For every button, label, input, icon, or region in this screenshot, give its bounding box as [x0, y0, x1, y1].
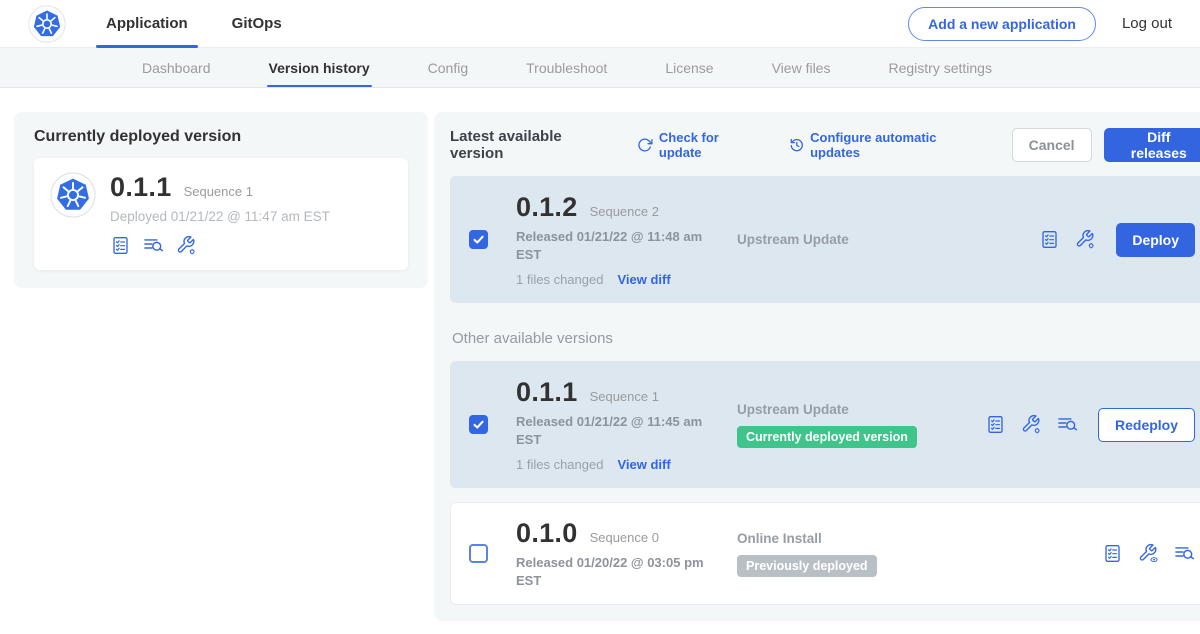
kubernetes-logo-icon — [28, 5, 66, 43]
logout-link[interactable]: Log out — [1122, 15, 1172, 32]
sub-nav: Dashboard Version history Config Trouble… — [0, 48, 1200, 88]
deploy-button[interactable]: Deploy — [1116, 223, 1195, 257]
preflight-checks-icon[interactable] — [985, 414, 1006, 435]
configure-automatic-updates-link[interactable]: Configure automatic updates — [789, 130, 986, 160]
add-application-button[interactable]: Add a new application — [908, 7, 1096, 41]
deployed-version-body: 0.1.1 Sequence 1 Deployed 01/21/22 @ 11:… — [110, 172, 330, 256]
source-label: Upstream Update — [737, 232, 985, 247]
version-sequence: Sequence 2 — [590, 204, 659, 219]
tab-gitops-label: GitOps — [232, 15, 282, 32]
checkmark-icon — [471, 417, 486, 432]
version-row-0-1-2: 0.1.2 Sequence 2 Released 01/21/22 @ 11:… — [450, 176, 1200, 303]
version-number: 0.1.0 — [516, 518, 578, 549]
top-nav: Application GitOps Add a new application… — [0, 0, 1200, 48]
check-for-update-label: Check for update — [659, 130, 763, 160]
checkmark-icon — [471, 232, 486, 247]
currently-deployed-panel: Currently deployed version 0.1.1 Sequenc… — [14, 112, 428, 288]
deployed-version-number: 0.1.1 — [110, 172, 172, 203]
edit-config-icon[interactable] — [1021, 414, 1042, 435]
deployed-version-card: 0.1.1 Sequence 1 Deployed 01/21/22 @ 11:… — [34, 158, 408, 270]
version-source: Online Install Previously deployed — [737, 531, 985, 577]
tab-application[interactable]: Application — [84, 0, 210, 48]
currently-deployed-title: Currently deployed version — [34, 128, 408, 146]
refresh-icon — [637, 137, 653, 153]
released-timestamp: Released 01/21/22 @ 11:45 am EST — [516, 413, 721, 448]
view-diff-link[interactable]: View diff — [617, 272, 670, 287]
currently-deployed-badge: Currently deployed version — [737, 426, 917, 448]
version-number: 0.1.1 — [516, 377, 578, 408]
deployed-version-actions — [110, 235, 330, 256]
subtab-view-files[interactable]: View files — [772, 48, 831, 87]
configure-automatic-updates-label: Configure automatic updates — [810, 130, 986, 160]
preflight-checks-icon[interactable] — [110, 235, 131, 256]
tab-gitops[interactable]: GitOps — [210, 0, 304, 48]
subtab-troubleshoot[interactable]: Troubleshoot — [526, 48, 607, 87]
version-sequence: Sequence 0 — [590, 530, 659, 545]
version-checkbox-0-1-0[interactable] — [469, 544, 488, 563]
release-notes-icon[interactable] — [143, 235, 164, 256]
subtab-version-history[interactable]: Version history — [269, 48, 370, 87]
view-diff-link[interactable]: View diff — [617, 457, 670, 472]
deployed-sequence: Sequence 1 — [184, 184, 253, 199]
release-notes-icon[interactable] — [1174, 543, 1195, 564]
released-timestamp: Released 01/20/22 @ 03:05 pm EST — [516, 554, 721, 589]
files-changed-label: 1 files changed — [516, 457, 603, 472]
version-actions: Deploy — [1039, 223, 1195, 257]
tab-application-label: Application — [106, 15, 188, 32]
previously-deployed-badge: Previously deployed — [737, 555, 877, 577]
top-nav-right: Add a new application Log out — [908, 7, 1172, 41]
version-checkbox-0-1-2[interactable] — [469, 230, 488, 249]
preflight-checks-icon[interactable] — [1102, 543, 1123, 564]
main-content: Currently deployed version 0.1.1 Sequenc… — [0, 88, 1200, 621]
released-timestamp: Released 01/21/22 @ 11:48 am EST — [516, 228, 721, 263]
source-label: Online Install — [737, 531, 985, 546]
version-row-0-1-0: 0.1.0 Sequence 0 Released 01/20/22 @ 03:… — [450, 502, 1200, 605]
version-info: 0.1.2 Sequence 2 Released 01/21/22 @ 11:… — [516, 192, 721, 287]
version-sequence: Sequence 1 — [590, 389, 659, 404]
version-info: 0.1.0 Sequence 0 Released 01/20/22 @ 03:… — [516, 518, 721, 589]
clock-update-icon — [789, 137, 805, 153]
version-source: Upstream Update — [737, 232, 985, 247]
deployed-timestamp: Deployed 01/21/22 @ 11:47 am EST — [110, 209, 330, 224]
subtab-config[interactable]: Config — [428, 48, 468, 87]
check-for-update-link[interactable]: Check for update — [637, 130, 762, 160]
other-versions-label: Other available versions — [452, 330, 1200, 347]
latest-version-title: Latest available version — [450, 128, 615, 162]
version-actions — [1102, 543, 1195, 564]
subtab-license[interactable]: License — [665, 48, 713, 87]
version-row-0-1-1: 0.1.1 Sequence 1 Released 01/21/22 @ 11:… — [450, 361, 1200, 488]
latest-version-header: Latest available version Check for updat… — [450, 128, 1200, 162]
top-nav-tabs: Application GitOps — [84, 0, 304, 48]
cancel-button[interactable]: Cancel — [1012, 128, 1092, 162]
redeploy-button[interactable]: Redeploy — [1098, 408, 1195, 442]
subtab-dashboard[interactable]: Dashboard — [142, 48, 211, 87]
preflight-checks-icon[interactable] — [1039, 229, 1060, 250]
edit-config-icon[interactable] — [176, 235, 197, 256]
app-icon — [50, 172, 96, 218]
version-actions: Redeploy — [985, 408, 1195, 442]
version-number: 0.1.2 — [516, 192, 578, 223]
edit-config-icon[interactable] — [1075, 229, 1096, 250]
view-config-icon[interactable] — [1138, 543, 1159, 564]
header-buttons: Cancel Diff releases — [1012, 128, 1200, 162]
files-changed-label: 1 files changed — [516, 272, 603, 287]
version-history-panel: Latest available version Check for updat… — [434, 112, 1200, 621]
diff-releases-button[interactable]: Diff releases — [1104, 128, 1200, 162]
subtab-registry-settings[interactable]: Registry settings — [888, 48, 991, 87]
version-info: 0.1.1 Sequence 1 Released 01/21/22 @ 11:… — [516, 377, 721, 472]
version-source: Upstream Update Currently deployed versi… — [737, 402, 985, 448]
release-notes-icon[interactable] — [1057, 414, 1078, 435]
source-label: Upstream Update — [737, 402, 985, 417]
version-checkbox-0-1-1[interactable] — [469, 415, 488, 434]
